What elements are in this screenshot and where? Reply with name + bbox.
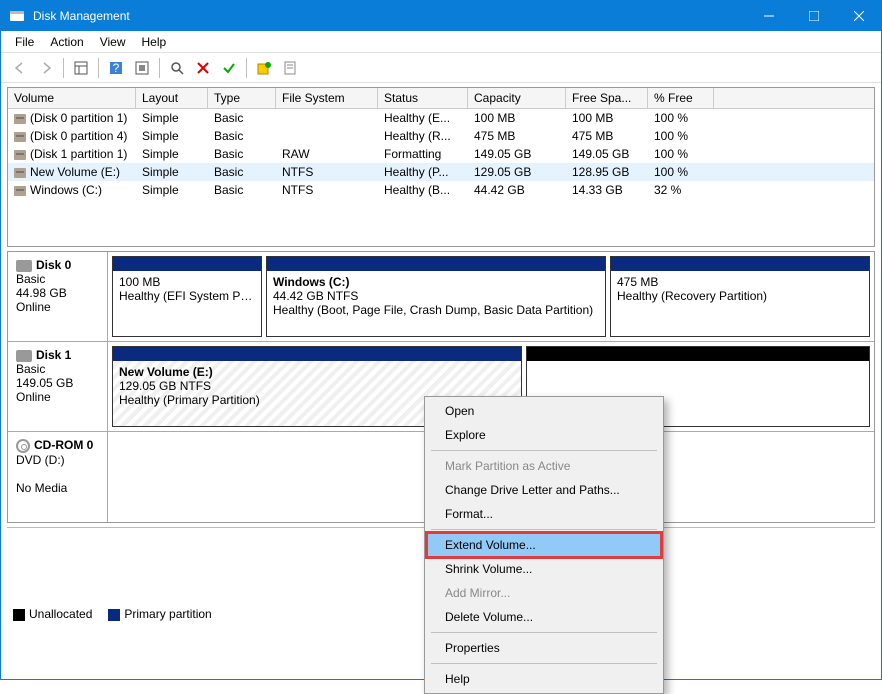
rescan-button[interactable] [166,57,188,79]
menu-action[interactable]: Action [42,33,91,51]
context-menu-item[interactable]: Explore [427,423,661,447]
disk-label: Disk 1Basic149.05 GBOnline [8,342,108,431]
volume-list-header: Volume Layout Type File System Status Ca… [8,88,874,109]
context-menu-separator [431,632,657,633]
partition-header [113,257,261,271]
context-menu-separator [431,663,657,664]
volume-row[interactable]: (Disk 0 partition 1)SimpleBasicHealthy (… [8,109,874,127]
context-menu-item[interactable]: Open [427,399,661,423]
menubar: File Action View Help [1,31,881,53]
context-menu-separator [431,450,657,451]
context-menu-item[interactable]: Extend Volume... [427,533,661,557]
context-menu-item[interactable]: Shrink Volume... [427,557,661,581]
disk-label: Disk 0Basic44.98 GBOnline [8,252,108,341]
back-button[interactable] [9,57,31,79]
partition-header [527,347,869,361]
col-capacity[interactable]: Capacity [468,88,566,108]
context-menu-item[interactable]: Delete Volume... [427,605,661,629]
partition[interactable]: 100 MBHealthy (EFI System Partition) [112,256,262,337]
col-filesystem[interactable]: File System [276,88,378,108]
volume-icon [14,114,26,124]
context-menu-item: Add Mirror... [427,581,661,605]
partition[interactable]: 475 MBHealthy (Recovery Partition) [610,256,870,337]
menu-help[interactable]: Help [134,33,175,51]
disk-icon [16,260,32,272]
apply-button[interactable] [218,57,240,79]
menu-file[interactable]: File [7,33,42,51]
col-pctfree[interactable]: % Free [648,88,714,108]
close-button[interactable] [836,1,881,31]
new-volume-button[interactable] [253,57,275,79]
forward-button[interactable] [35,57,57,79]
volume-row[interactable]: (Disk 1 partition 1)SimpleBasicRAWFormat… [8,145,874,163]
context-menu: OpenExplore Mark Partition as ActiveChang… [424,396,664,694]
window-titlebar: Disk Management [1,1,881,31]
toolbar: ? [1,53,881,83]
volume-icon [14,186,26,196]
legend-swatch-unallocated [13,609,25,621]
col-volume[interactable]: Volume [8,88,136,108]
col-layout[interactable]: Layout [136,88,208,108]
volume-icon [14,132,26,142]
maximize-button[interactable] [791,1,836,31]
partition-header [113,347,521,361]
volume-row[interactable]: Windows (C:)SimpleBasicNTFSHealthy (B...… [8,181,874,199]
context-menu-separator [431,529,657,530]
partition-header [611,257,869,271]
minimize-button[interactable] [746,1,791,31]
context-menu-item[interactable]: Change Drive Letter and Paths... [427,478,661,502]
legend-unallocated: Unallocated [29,607,92,621]
window-title: Disk Management [33,9,746,23]
legend-primary: Primary partition [124,607,211,621]
partition[interactable]: Windows (C:)44.42 GB NTFSHealthy (Boot, … [266,256,606,337]
properties-button[interactable] [279,57,301,79]
disk-label: CD-ROM 0DVD (D:)No Media [8,432,108,522]
disk-icon [16,350,32,362]
cd-icon [16,439,30,453]
disk-row: Disk 0Basic44.98 GBOnline100 MBHealthy (… [8,252,874,342]
partition-header [267,257,605,271]
context-menu-item[interactable]: Format... [427,502,661,526]
volume-icon [14,150,26,160]
context-menu-item: Mark Partition as Active [427,454,661,478]
help-button[interactable]: ? [105,57,127,79]
menu-view[interactable]: View [92,33,134,51]
app-icon [9,8,25,24]
col-status[interactable]: Status [378,88,468,108]
volume-row[interactable]: (Disk 0 partition 4)SimpleBasicHealthy (… [8,127,874,145]
delete-button[interactable] [192,57,214,79]
col-type[interactable]: Type [208,88,276,108]
legend-swatch-primary [108,609,120,621]
context-menu-item[interactable]: Help [427,667,661,691]
context-menu-item[interactable]: Properties [427,636,661,660]
col-freespace[interactable]: Free Spa... [566,88,648,108]
show-hide-tree-button[interactable] [70,57,92,79]
volume-row[interactable]: New Volume (E:)SimpleBasicNTFSHealthy (P… [8,163,874,181]
volume-list[interactable]: Volume Layout Type File System Status Ca… [7,87,875,247]
svg-text:?: ? [113,61,120,75]
settings-button[interactable] [131,57,153,79]
volume-icon [14,168,26,178]
